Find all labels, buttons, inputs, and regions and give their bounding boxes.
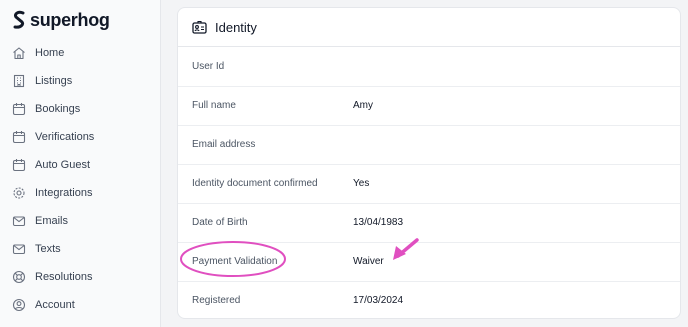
row-date-of-birth: Date of Birth 13/04/1983 <box>178 204 680 243</box>
home-icon <box>13 47 25 60</box>
sidebar-item-integrations[interactable]: Integrations <box>12 183 152 203</box>
sidebar-item-listings[interactable]: Listings <box>12 71 152 91</box>
row-payment-validation: Payment Validation Waiver <box>178 243 680 282</box>
sidebar-item-resolutions[interactable]: Resolutions <box>12 267 152 287</box>
sidebar-item-bookings[interactable]: Bookings <box>12 99 152 119</box>
calendar-icon <box>12 131 26 144</box>
sidebar-item-label: Verifications <box>35 131 95 143</box>
row-value: Amy <box>353 100 373 111</box>
sidebar-item-label: Texts <box>35 243 61 255</box>
sidebar-item-verifications[interactable]: Verifications <box>12 127 152 147</box>
lifebuoy-icon <box>12 270 26 284</box>
row-label: Full name <box>192 100 236 111</box>
calendar-icon <box>12 103 26 116</box>
sidebar-item-emails[interactable]: Emails <box>12 211 152 231</box>
sidebar-item-label: Account <box>35 299 75 311</box>
sidebar-item-texts[interactable]: Texts <box>12 239 152 259</box>
sidebar-item-label: Home <box>35 47 65 59</box>
sidebar-item-label: Resolutions <box>35 271 93 283</box>
sidebar-item-label: Integrations <box>35 187 93 199</box>
row-full-name: Full name Amy <box>178 87 680 126</box>
identity-card-header: Identity <box>178 8 680 47</box>
row-identity-document-confirmed: Identity document confirmed Yes <box>178 165 680 204</box>
row-label: Identity document confirmed <box>192 178 318 189</box>
row-value: 17/03/2024 <box>353 295 404 306</box>
row-label: Registered <box>192 295 241 306</box>
brand-name: superhog <box>30 9 110 30</box>
sidebar-item-auto-guest[interactable]: Auto Guest <box>12 155 152 175</box>
user-circle-icon <box>12 298 26 312</box>
row-user-id: User Id <box>178 48 680 87</box>
row-label: Date of Birth <box>192 217 248 228</box>
sidebar-item-label: Bookings <box>35 103 81 115</box>
identity-card-title: Identity <box>215 19 257 35</box>
row-registered: Registered 17/03/2024 <box>178 282 680 318</box>
row-value: Yes <box>353 178 370 189</box>
sidebar-item-label: Auto Guest <box>35 159 91 171</box>
building-icon <box>13 74 25 88</box>
row-label: User Id <box>192 61 225 72</box>
logo[interactable]: superhog <box>12 9 110 31</box>
mail-icon <box>12 244 26 255</box>
identity-card: Identity User Id Full name Amy Email add… <box>177 7 681 319</box>
superhog-logo-icon <box>13 10 25 29</box>
sidebar-item-label: Emails <box>35 215 69 227</box>
sidebar-item-home[interactable]: Home <box>12 43 152 63</box>
row-value: Waiver <box>353 256 384 267</box>
row-label: Email address <box>192 139 256 150</box>
row-label: Payment Validation <box>192 256 278 267</box>
calendar-icon <box>12 159 26 172</box>
id-card-icon <box>192 20 207 34</box>
mail-icon <box>12 216 26 227</box>
sidebar-item-account[interactable]: Account <box>12 295 152 315</box>
gear-icon <box>13 187 25 199</box>
row-email-address: Email address <box>178 126 680 165</box>
sidebar-item-label: Listings <box>35 75 73 87</box>
sidebar: superhog Home Listings Bookings Verifica… <box>0 0 161 327</box>
row-value: 13/04/1983 <box>353 217 404 228</box>
